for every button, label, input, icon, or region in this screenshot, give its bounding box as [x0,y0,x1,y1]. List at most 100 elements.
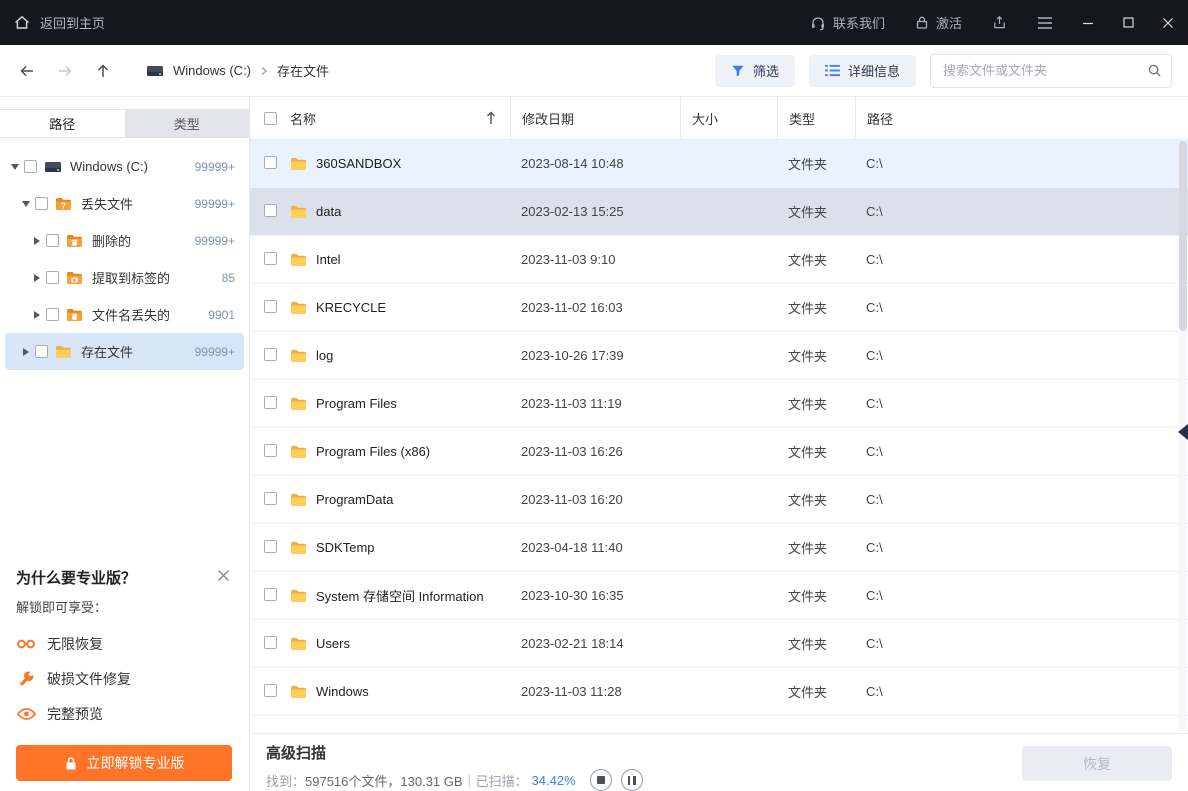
select-all-checkbox[interactable] [264,112,277,125]
contact-us-button[interactable]: 联系我们 [795,0,900,45]
table-row[interactable]: Intel2023-11-03 9:10文件夹C:\ [250,236,1188,284]
column-header-name[interactable]: 名称 [290,97,510,139]
row-checkbox[interactable] [264,396,277,409]
promo-close-icon[interactable] [215,567,232,584]
row-checkbox[interactable] [264,204,277,217]
cell-date: 2023-10-30 16:35 [510,588,680,603]
expand-arrow-icon[interactable] [31,311,42,319]
details-button[interactable]: 详细信息 [809,55,916,87]
chevron-right-icon [260,66,268,76]
search-input[interactable] [930,54,1172,88]
column-label-size: 大小 [692,109,718,128]
table-row[interactable]: Users2023-02-21 18:14文件夹C:\ [250,620,1188,668]
drive-icon [44,159,63,175]
table-row[interactable]: KRECYCLE2023-11-02 16:03文件夹C:\ [250,284,1188,332]
row-checkbox[interactable] [264,636,277,649]
expand-arrow-icon[interactable] [31,237,42,245]
column-header-path[interactable]: 路径 [855,97,1188,139]
table-header: 名称 修改日期 大小 类型 路径 [250,97,1188,140]
sidebar-tabs: 路径类型 [0,109,249,138]
breadcrumb: Windows (C:) 存在文件 [146,61,329,80]
up-button[interactable] [84,53,122,89]
breadcrumb-drive[interactable]: Windows (C:) [173,63,251,78]
tree-item-lost-files[interactable]: ?丢失文件99999+ [5,185,244,222]
tree-checkbox[interactable] [46,271,59,284]
table-row[interactable]: System 存储空间 Information2023-10-30 16:35文… [250,572,1188,620]
row-checkbox[interactable] [264,444,277,457]
recover-button[interactable]: 恢复 [1022,746,1172,781]
tree-item-label: 存在文件 [81,342,133,361]
row-checkbox[interactable] [264,300,277,313]
maximize-button[interactable] [1108,0,1148,45]
promo-feature: 完整预览 [16,704,232,724]
column-header-type[interactable]: 类型 [777,97,855,139]
column-label-path: 路径 [867,109,893,128]
svg-text:?: ? [61,201,66,210]
tree-item-existing-files[interactable]: 存在文件99999+ [5,333,244,370]
tree-checkbox[interactable] [35,197,48,210]
table-row[interactable]: Program Files (x86)2023-11-03 16:26文件夹C:… [250,428,1188,476]
scrollbar-thumb[interactable] [1179,141,1187,331]
forward-button[interactable] [46,53,84,89]
cell-date: 2023-02-21 18:14 [510,636,680,651]
cell-name: log [290,348,510,363]
table-row[interactable]: data2023-02-13 15:25文件夹C:\ [250,188,1188,236]
unlock-pro-button[interactable]: 立即解锁专业版 [16,745,232,781]
column-header-size[interactable]: 大小 [680,97,777,139]
sidebar-tab-path[interactable]: 路径 [0,110,125,137]
promo-card: 为什么要专业版？ 解锁即可享受： 无限恢复破损文件修复完整预览 立即解锁专业版 [0,553,248,791]
back-button[interactable] [8,53,46,89]
row-checkbox[interactable] [264,684,277,697]
close-button[interactable] [1148,0,1188,45]
sidebar-tab-type[interactable]: 类型 [125,110,250,137]
search-icon[interactable] [1147,63,1162,83]
tree-checkbox[interactable] [24,160,37,173]
collapse-arrow-icon[interactable] [9,164,20,170]
table-row[interactable]: SDKTemp2023-04-18 11:40文件夹C:\ [250,524,1188,572]
collapse-panel-arrow[interactable] [1178,424,1188,440]
column-label-name: 名称 [290,109,316,128]
table-row[interactable]: Windows2023-11-03 11:28文件夹C:\ [250,668,1188,716]
tree-checkbox[interactable] [46,234,59,247]
table-row[interactable]: log2023-10-26 17:39文件夹C:\ [250,332,1188,380]
cell-date: 2023-08-14 10:48 [510,156,680,171]
found-value: 597516个文件，130.31 GB [305,771,463,790]
cell-type: 文件夹 [777,202,855,221]
filter-funnel-icon [731,64,745,78]
breadcrumb-current[interactable]: 存在文件 [277,61,329,80]
tree-checkbox[interactable] [46,308,59,321]
pause-scan-button[interactable] [621,769,643,791]
back-to-home-button[interactable]: 返回到主页 [0,13,105,32]
tree-checkbox[interactable] [35,345,48,358]
collapse-arrow-icon[interactable] [20,201,31,207]
expand-arrow-icon[interactable] [31,274,42,282]
tree-item-filename-lost[interactable]: 文件名丢失的9901 [5,296,244,333]
unlock-pro-label: 立即解锁专业版 [87,753,185,773]
filter-button[interactable]: 筛选 [715,55,795,87]
table-row[interactable]: 360SANDBOX2023-08-14 10:48文件夹C:\ [250,140,1188,188]
file-name: Intel [316,252,341,267]
row-checkbox[interactable] [264,348,277,361]
activate-button[interactable]: 激活 [900,0,977,45]
table-row[interactable]: ProgramData2023-11-03 16:20文件夹C:\ [250,476,1188,524]
lost-folder-icon: ? [55,196,74,212]
row-checkbox[interactable] [264,492,277,505]
tree-item-windows-c[interactable]: Windows (C:)99999+ [5,148,244,185]
minimize-button[interactable] [1068,0,1108,45]
menu-button[interactable] [1022,0,1068,45]
expand-arrow-icon[interactable] [20,348,31,356]
tree-item-deleted[interactable]: 删除的99999+ [5,222,244,259]
share-button[interactable] [977,0,1022,45]
row-checkbox[interactable] [264,252,277,265]
tree-item-tagged[interactable]: 提取到标签的85 [5,259,244,296]
row-checkbox[interactable] [264,156,277,169]
row-checkbox[interactable] [264,540,277,553]
column-header-date[interactable]: 修改日期 [510,97,680,139]
row-checkbox[interactable] [264,588,277,601]
contact-us-label: 联系我们 [833,13,885,32]
sidebar: 路径类型 Windows (C:)99999+?丢失文件99999+删除的999… [0,97,250,791]
stop-scan-button[interactable] [590,769,612,791]
table-row[interactable]: Program Files2023-11-03 11:19文件夹C:\ [250,380,1188,428]
sort-ascending-icon[interactable] [486,111,496,125]
cell-name: ProgramData [290,492,510,507]
